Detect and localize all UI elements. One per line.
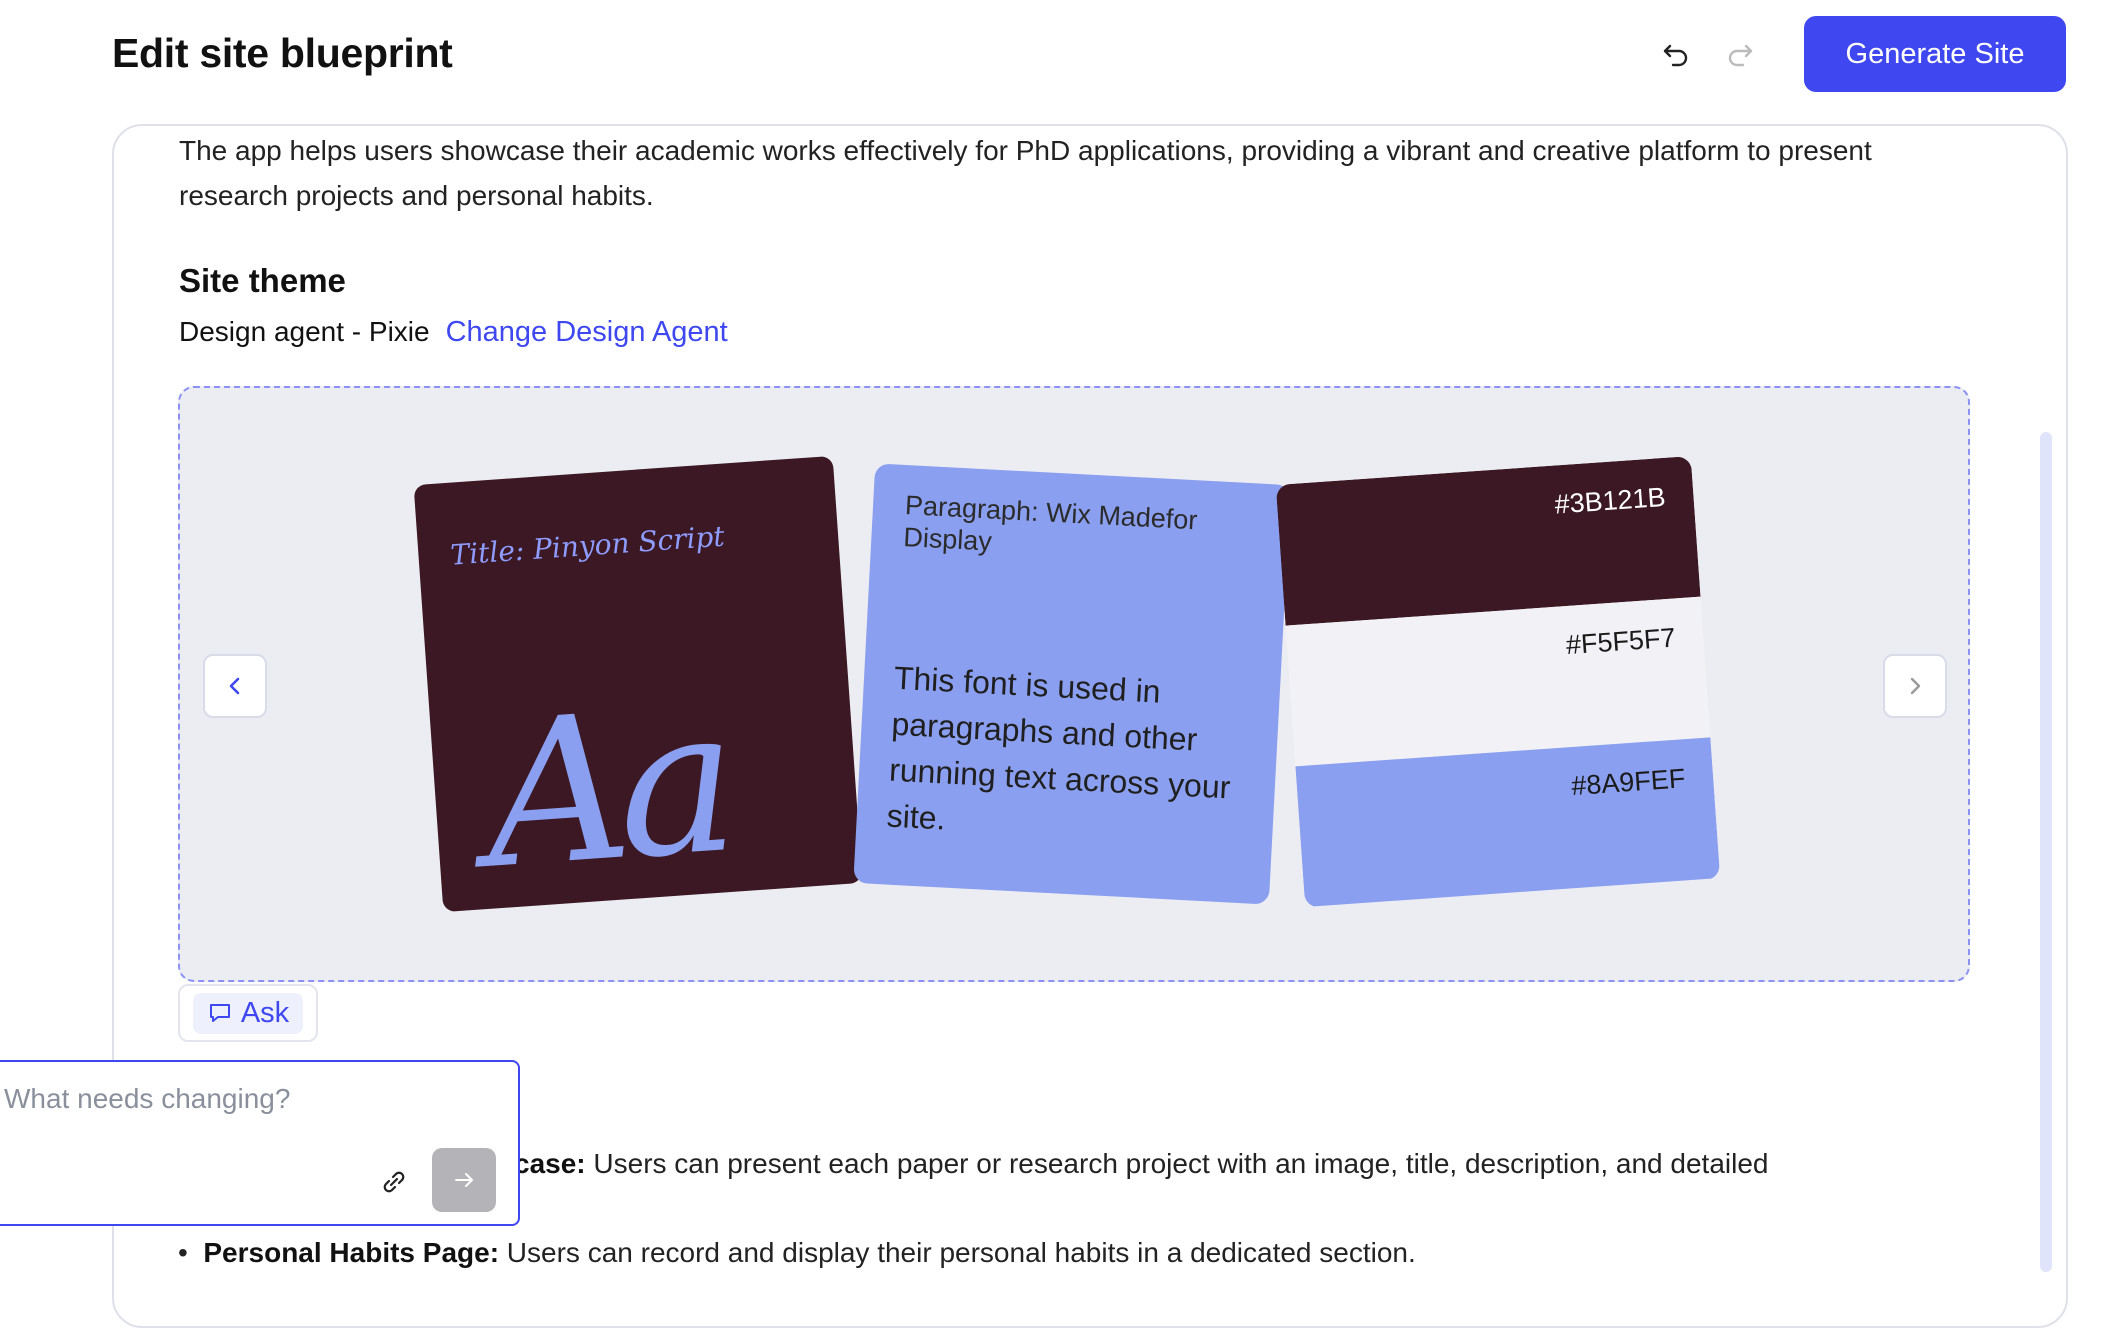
site-theme-heading: Site theme: [179, 262, 346, 299]
paragraph-font-card: Paragraph: Wix Madefor Display This font…: [853, 463, 1291, 905]
feature-line-text: Users can record and display their perso…: [499, 1237, 1416, 1268]
chat-bubble-icon: [209, 1004, 230, 1022]
page-title: Edit site blueprint: [112, 30, 453, 76]
color-palette-card: #3B121B #F5F5F7 #8A9FEF: [1275, 456, 1721, 908]
font-sample: Aa: [477, 664, 733, 914]
redo-icon[interactable]: [1720, 34, 1760, 74]
carousel-next-button[interactable]: [1883, 654, 1947, 718]
feature-line: case: Users can present each paper or re…: [514, 1148, 1769, 1180]
paragraph-sample-text: This font is used in paragraphs and othe…: [885, 659, 1232, 837]
arrow-right-icon: [455, 1173, 473, 1187]
attachment-icon[interactable]: [374, 1162, 414, 1202]
ask-button[interactable]: Ask: [178, 984, 318, 1042]
change-request-popup: [0, 1060, 520, 1226]
scrollbar[interactable]: [2040, 432, 2052, 1272]
feature-line-bold: case:: [514, 1148, 586, 1179]
color-swatch: #8A9FEF: [1295, 737, 1721, 907]
color-hex: #F5F5F7: [1565, 622, 1677, 661]
title-font-label: Title: Pinyon Script: [449, 519, 726, 572]
color-hex: #8A9FEF: [1570, 763, 1687, 802]
undo-icon[interactable]: [1656, 34, 1696, 74]
ask-label: Ask: [240, 996, 290, 1029]
change-design-agent-link[interactable]: Change Design Agent: [446, 316, 728, 349]
paragraph-font-label: Paragraph: Wix Madefor Display: [902, 490, 1199, 557]
site-description: The app helps users showcase their acade…: [179, 135, 1872, 211]
generate-site-button[interactable]: Generate Site: [1804, 16, 2066, 92]
chevron-right-icon: [1910, 677, 1921, 695]
title-font-card: Title: Pinyon Script Aa: [413, 455, 863, 914]
send-button[interactable]: [432, 1148, 496, 1212]
design-agent-label: Design agent - Pixie: [179, 316, 430, 347]
feature-line-bold: Personal Habits Page:: [203, 1237, 500, 1268]
design-agent-row: Design agent - Pixie Change Design Agent: [179, 316, 728, 349]
color-hex: #3B121B: [1553, 481, 1667, 520]
feature-line-text: Users can present each paper or research…: [585, 1148, 1769, 1179]
carousel-prev-button[interactable]: [203, 654, 267, 718]
feature-line: • Personal Habits Page: Users can record…: [178, 1237, 1416, 1269]
bullet: •: [178, 1237, 204, 1268]
chevron-left-icon: [229, 677, 240, 695]
change-request-input[interactable]: [2, 1082, 466, 1116]
